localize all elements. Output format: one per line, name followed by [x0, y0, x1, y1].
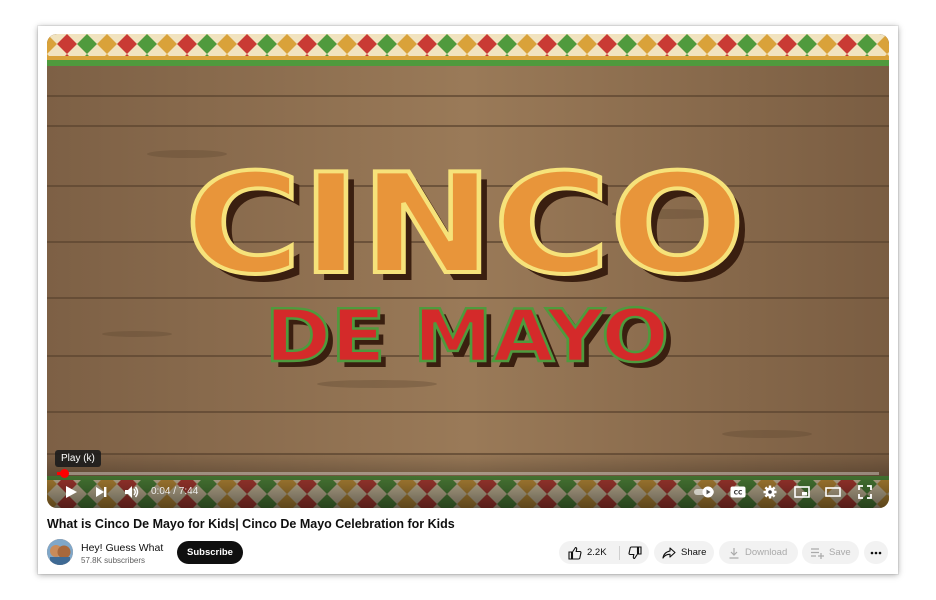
- artwork-cinco-text-face: CINCO: [185, 144, 745, 305]
- play-icon: [66, 486, 77, 498]
- player-controls: 0:04 / 7:44 CC: [47, 480, 889, 504]
- more-actions-button[interactable]: [864, 541, 888, 564]
- cinco-de-mayo-artwork: CINCO CINCO DE MAYO DE MAYO: [183, 142, 753, 384]
- dislike-button[interactable]: [620, 541, 649, 564]
- volume-icon: [124, 486, 138, 498]
- like-count: 2.2K: [587, 547, 607, 558]
- channel-name[interactable]: Hey! Guess What: [81, 542, 163, 554]
- cc-icon: CC: [730, 486, 746, 498]
- miniplayer-button[interactable]: [791, 480, 813, 504]
- autoplay-toggle[interactable]: [692, 480, 718, 504]
- video-meta-row: Hey! Guess What 57.8K subscribers Subscr…: [47, 539, 889, 567]
- time-display: 0:04 / 7:44: [151, 486, 199, 497]
- video-title: What is Cinco De Mayo for Kids| Cinco De…: [47, 517, 455, 531]
- subscriber-count: 57.8K subscribers: [81, 556, 146, 565]
- thumbs-down-icon: [627, 545, 642, 559]
- thumbs-up-icon: [568, 546, 582, 560]
- miniplayer-icon: [794, 486, 810, 498]
- svg-text:CC: CC: [734, 490, 743, 497]
- play-tooltip: Play (k): [55, 450, 101, 467]
- playlist-add-icon: [811, 547, 824, 559]
- play-button[interactable]: [61, 480, 81, 504]
- subscribe-button[interactable]: Subscribe: [177, 541, 243, 564]
- volume-button[interactable]: [121, 480, 141, 504]
- fullscreen-icon: [858, 485, 872, 499]
- download-label: Download: [745, 547, 788, 558]
- settings-button[interactable]: [759, 480, 781, 504]
- fullscreen-button[interactable]: [854, 480, 876, 504]
- save-label: Save: [829, 547, 851, 558]
- more-icon: [870, 551, 882, 554]
- next-button[interactable]: [91, 480, 111, 504]
- channel-avatar-image: [47, 539, 73, 565]
- artwork-demayo-text-face: DE MAYO: [265, 294, 669, 378]
- captions-button[interactable]: CC: [727, 480, 749, 504]
- video-page-frame: CINCO CINCO DE MAYO DE MAYO Play (k) 0:0…: [38, 26, 898, 574]
- avatar[interactable]: [47, 539, 73, 565]
- save-button[interactable]: Save: [802, 541, 859, 564]
- video-player[interactable]: CINCO CINCO DE MAYO DE MAYO Play (k) 0:0…: [47, 34, 889, 508]
- download-button[interactable]: Download: [719, 541, 798, 564]
- theater-icon: [825, 487, 841, 497]
- autoplay-toggle-icon: [694, 486, 714, 498]
- like-button[interactable]: 2.2K: [559, 541, 619, 564]
- share-icon: [662, 546, 676, 559]
- download-icon: [729, 547, 739, 559]
- gear-icon: [763, 485, 777, 499]
- next-icon: [96, 487, 107, 497]
- progress-bar[interactable]: [57, 469, 879, 478]
- theater-button[interactable]: [822, 480, 844, 504]
- share-label: Share: [681, 547, 707, 558]
- like-dislike-group: 2.2K: [559, 541, 649, 564]
- share-button[interactable]: Share: [654, 541, 714, 564]
